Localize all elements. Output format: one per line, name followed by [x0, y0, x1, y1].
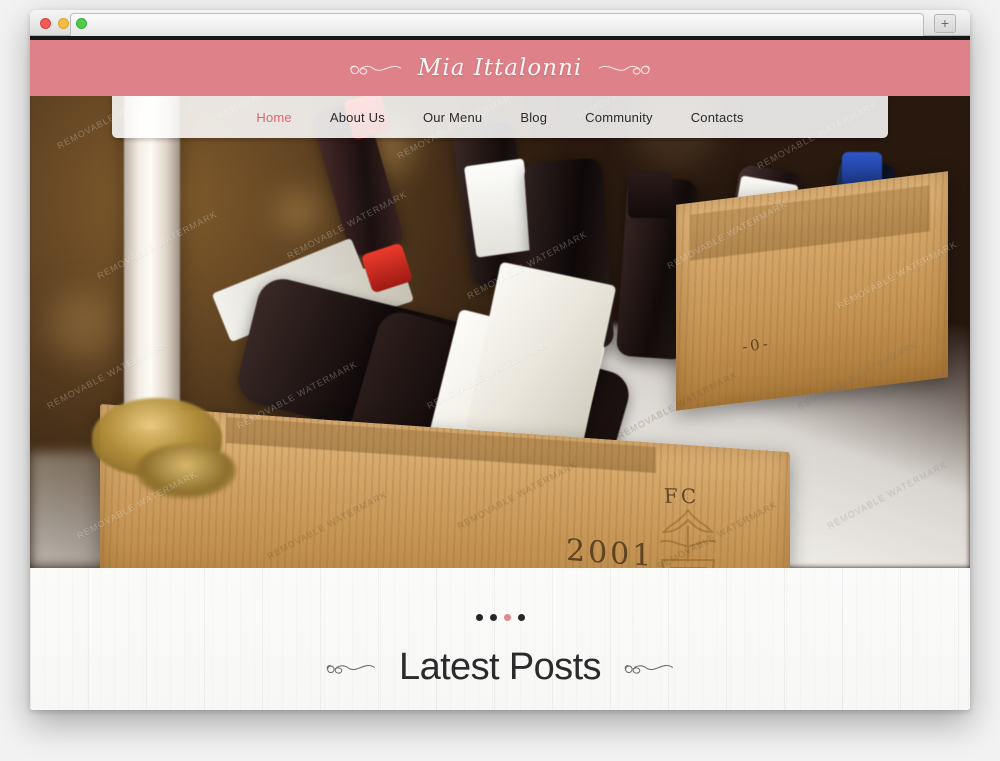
minimize-button[interactable] — [58, 18, 69, 29]
window-controls — [40, 18, 87, 29]
browser-chrome-bar: + — [30, 10, 970, 36]
bokeh-light — [48, 290, 118, 360]
logo-flourish-right-icon — [599, 65, 650, 75]
flourish-right-icon — [624, 664, 673, 674]
nav-item-contacts[interactable]: Contacts — [691, 110, 744, 125]
slider-dot-3[interactable] — [503, 614, 511, 621]
bokeh-light — [276, 190, 320, 234]
latest-posts-section: Latest Posts 14 Mar — [30, 568, 970, 710]
bottle-cap — [628, 172, 672, 218]
browser-window: + -0- 2001 FC REMOVABLE REMOVABLE WATERM… — [30, 10, 970, 710]
nav-item-blog[interactable]: Blog — [520, 110, 547, 125]
page-title: Latest Posts — [399, 646, 602, 688]
slider-dot-1[interactable] — [475, 614, 483, 621]
close-button[interactable] — [40, 18, 51, 29]
site-logo[interactable]: Mia Ittalonni — [348, 55, 652, 81]
nav-item-community[interactable]: Community — [585, 110, 653, 125]
slider-dot-4[interactable] — [517, 614, 525, 621]
crate-crest-icon — [659, 508, 717, 568]
nav-item-about-us[interactable]: About Us — [330, 110, 385, 125]
nav-item-home[interactable]: Home — [256, 110, 291, 125]
browser-tab[interactable] — [70, 13, 924, 36]
slider-pagination[interactable] — [30, 614, 970, 621]
flourish-left-icon — [326, 664, 375, 674]
new-tab-button[interactable]: + — [934, 14, 956, 33]
site-header: Mia Ittalonni — [30, 40, 970, 96]
candlestick-arm — [136, 444, 236, 498]
zoom-button[interactable] — [76, 18, 87, 29]
slider-dot-2[interactable] — [489, 614, 497, 621]
latest-posts-heading: Latest Posts — [30, 646, 970, 689]
logo-text: Mia Ittalonni — [417, 55, 583, 81]
main-navigation: Home About Us Our Menu Blog Community Co… — [112, 96, 888, 138]
logo-flourish-left-icon — [350, 65, 401, 75]
page-viewport: -0- 2001 FC REMOVABLE REMOVABLE WATERMAR… — [30, 40, 970, 710]
nav-item-our-menu[interactable]: Our Menu — [423, 110, 482, 125]
